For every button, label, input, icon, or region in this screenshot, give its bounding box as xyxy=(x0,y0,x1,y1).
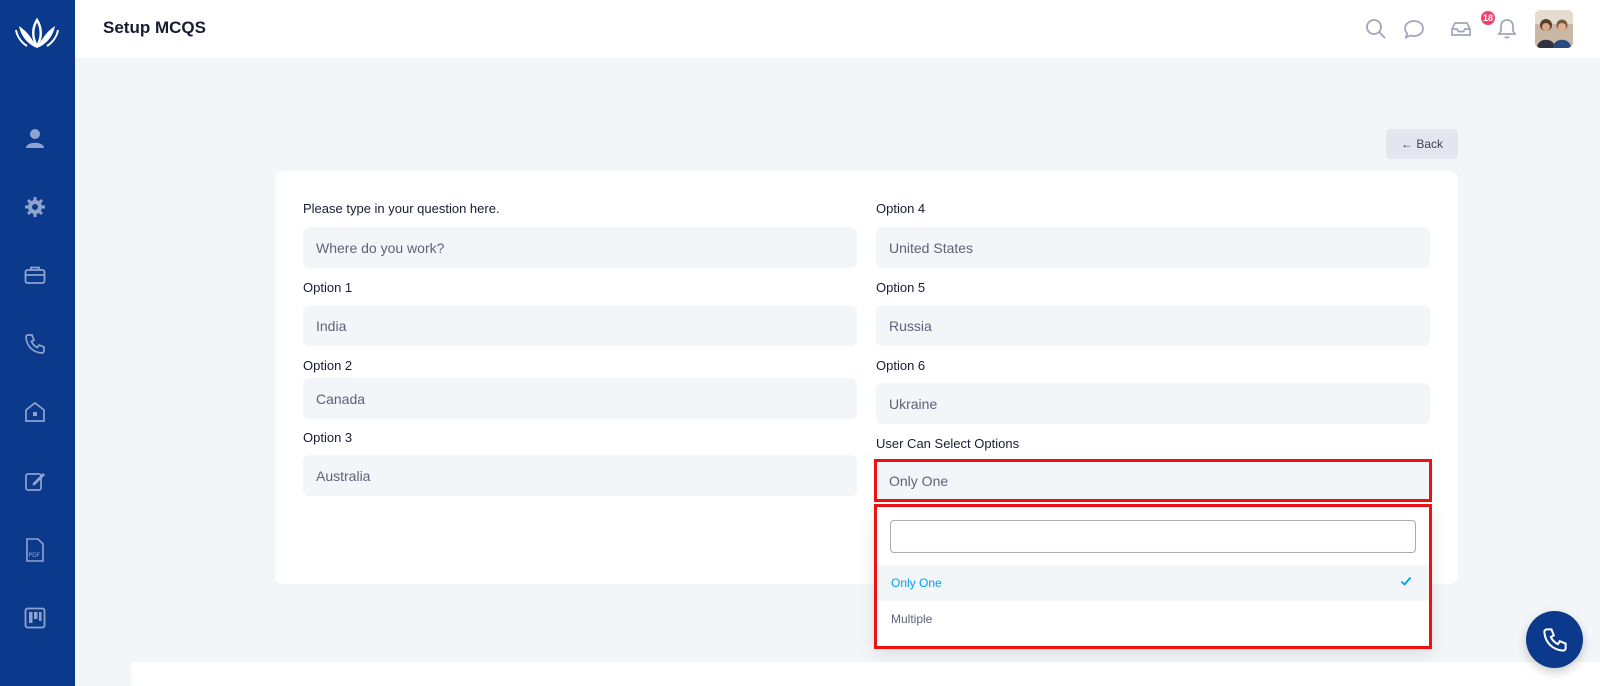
user-icon[interactable] xyxy=(20,123,50,153)
pdf-icon[interactable]: PDF xyxy=(20,535,50,565)
svg-text:PDF: PDF xyxy=(29,552,41,559)
option1-label: Option 1 xyxy=(303,280,353,295)
option5-label: Option 5 xyxy=(876,280,926,295)
bottom-panel xyxy=(131,662,1600,686)
check-icon xyxy=(1400,575,1412,590)
option4-input[interactable]: United States xyxy=(876,227,1430,268)
bell-icon[interactable] xyxy=(1492,14,1522,44)
option1-input[interactable]: India xyxy=(303,305,857,346)
building-icon[interactable] xyxy=(20,397,50,427)
option2-label: Option 2 xyxy=(303,358,353,373)
option6-input[interactable]: Ukraine xyxy=(876,383,1430,424)
phone-icon[interactable] xyxy=(20,329,50,359)
dropdown-option-label: Multiple xyxy=(891,612,933,626)
dropdown-option-only-one[interactable]: Only One xyxy=(876,565,1430,601)
option4-label: Option 4 xyxy=(876,201,926,216)
page-title: Setup MCQS xyxy=(103,18,206,37)
call-button[interactable] xyxy=(1526,611,1583,668)
option3-input[interactable]: Australia xyxy=(303,455,857,496)
board-icon[interactable] xyxy=(20,603,50,633)
question-input[interactable]: Where do you work? xyxy=(303,227,857,268)
select-options-dropdown[interactable]: Only One xyxy=(876,461,1430,501)
question-label: Please type in your question here. xyxy=(303,201,500,216)
gear-icon[interactable] xyxy=(20,192,50,222)
notification-badge: 18 xyxy=(1481,11,1495,25)
dropdown-option-label: Only One xyxy=(891,576,942,590)
phone-icon xyxy=(1542,627,1567,652)
app-logo[interactable] xyxy=(13,14,61,54)
option5-input[interactable]: Russia xyxy=(876,305,1430,346)
back-button[interactable]: ← Back xyxy=(1386,129,1458,159)
edit-icon[interactable] xyxy=(20,466,50,496)
avatar[interactable] xyxy=(1535,10,1573,48)
select-options-label: User Can Select Options xyxy=(876,436,1020,451)
option6-label: Option 6 xyxy=(876,358,926,373)
sidebar: PDF xyxy=(0,0,75,686)
option2-input[interactable]: Canada xyxy=(303,378,857,419)
option3-label: Option 3 xyxy=(303,430,353,445)
briefcase-icon[interactable] xyxy=(20,260,50,290)
inbox-icon[interactable] xyxy=(1446,14,1476,44)
dropdown-search-input[interactable] xyxy=(890,520,1416,553)
dropdown-option-multiple[interactable]: Multiple xyxy=(876,601,1430,637)
select-options-menu: Only One Multiple xyxy=(876,506,1430,646)
search-icon[interactable] xyxy=(1361,14,1391,44)
chat-icon[interactable] xyxy=(1399,14,1429,44)
